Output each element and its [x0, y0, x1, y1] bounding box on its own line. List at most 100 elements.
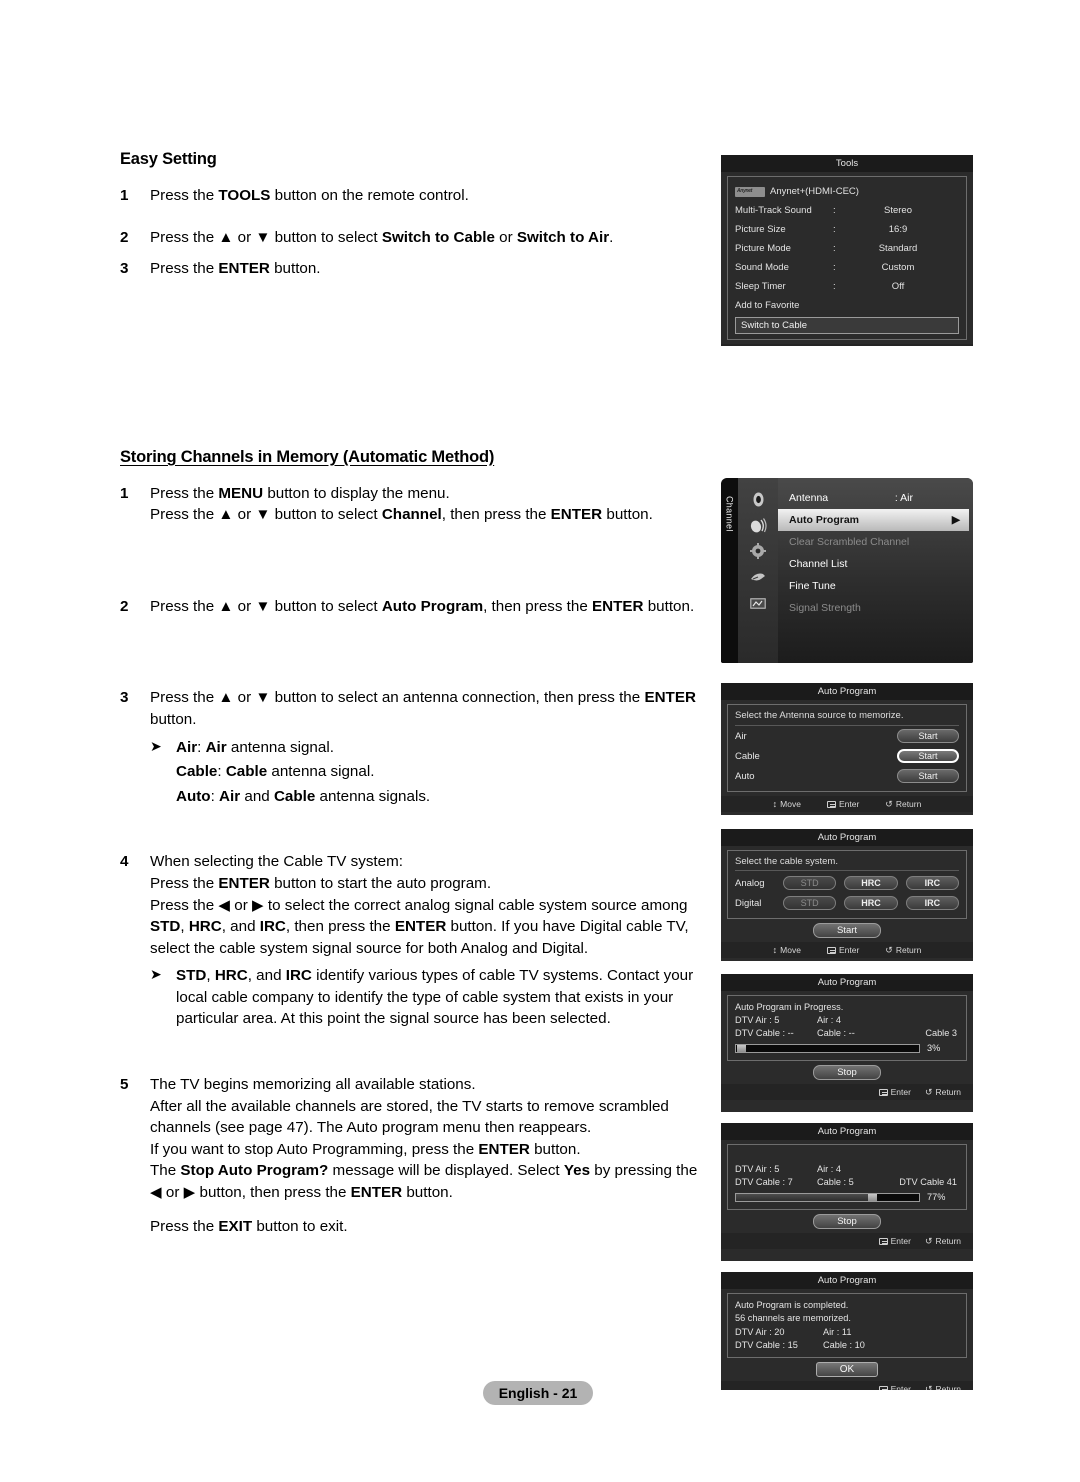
channel-row-fine-tune[interactable]: Fine Tune	[778, 575, 973, 597]
antenna-row-auto[interactable]: Auto Start	[735, 766, 959, 786]
step-text: When selecting the Cable TV system: Pres…	[150, 851, 710, 1030]
return-arrow-icon: ↺	[885, 798, 893, 809]
progress-count-row: DTV Cable : 7 Cable : 5 DTV Cable 41	[735, 1176, 959, 1189]
start-button[interactable]: Start	[813, 923, 881, 938]
tools-row-add-to-favorite[interactable]: Add to Favorite	[735, 296, 959, 315]
current-channel: Cable 3	[925, 1028, 957, 1039]
channel-row-channel-list[interactable]: Channel List	[778, 553, 973, 575]
divider	[735, 870, 959, 871]
osd-auto-program-cable-system: Auto Program Select the cable system. An…	[721, 829, 973, 961]
tools-row-anynet[interactable]: Anynet Anynet+(HDMI-CEC)	[735, 182, 959, 201]
channel-icon-rail	[738, 478, 778, 663]
ok-button[interactable]: OK	[816, 1362, 878, 1378]
channel-row-clear-scrambled[interactable]: Clear Scrambled Channel	[778, 531, 973, 553]
antenna-row-label: Air	[735, 730, 747, 742]
cable-hrc-button-digital[interactable]: HRC	[844, 896, 898, 910]
cable-hrc-button-analog[interactable]: HRC	[844, 876, 898, 890]
osd-body: DTV Air : 5 Air : 4 DTV Cable : 7 Cable …	[727, 1144, 967, 1210]
antenna-row-air[interactable]: Air Start	[735, 726, 959, 746]
osd-body: Select the cable system. Analog STD HRC …	[727, 850, 967, 919]
osd-auto-program-completed: Auto Program Auto Program is completed. …	[721, 1272, 973, 1390]
footer-label: Enter	[838, 945, 860, 955]
stop-button[interactable]: Stop	[813, 1065, 881, 1080]
tools-row-label: Picture Mode	[735, 243, 791, 254]
section-heading-easy-setting: Easy Setting	[120, 150, 217, 168]
tools-row[interactable]: Multi-Track Sound : Stereo	[735, 201, 959, 220]
completed-line-1: Auto Program is completed.	[735, 1300, 849, 1310]
step-text: Press the TOOLS button on the remote con…	[150, 185, 710, 207]
tools-row[interactable]: Sleep Timer : Off	[735, 277, 959, 296]
progress-count-row: DTV Cable : -- Cable : -- Cable 3	[735, 1027, 959, 1040]
osd-auto-program-progress-start: Auto Program Auto Program in Progress. D…	[721, 974, 973, 1112]
footer-label: Return	[935, 1087, 961, 1097]
osd-body: Auto Program in Progress. DTV Air : 5 Ai…	[727, 995, 967, 1061]
analog-count: Air : 4	[817, 1015, 841, 1026]
osd-title: Auto Program	[721, 829, 973, 846]
current-channel	[889, 1163, 959, 1176]
cable-row-analog: Analog STD HRC IRC	[735, 873, 960, 893]
tools-row[interactable]: Picture Size : 16:9	[735, 220, 959, 239]
cable-count: Cable : --	[817, 1028, 855, 1039]
progress-count-row: DTV Air : 5 Air : 4	[735, 1163, 959, 1176]
step-line: Press the ◀ or ▶ to select the correct a…	[150, 896, 689, 957]
progress-bar	[735, 1043, 920, 1053]
footer-label: Enter	[838, 799, 860, 809]
channel-item-label: Auto Program	[789, 514, 860, 526]
footer-label: Enter	[890, 1236, 911, 1246]
cable-row-digital: Digital STD HRC IRC	[735, 893, 960, 913]
ok-button-wrap: OK	[721, 1362, 973, 1378]
step-item: 2 Press the ▲ or ▼ button to select Auto…	[120, 596, 710, 618]
dtv-cable-count: DTV Cable : 7	[735, 1177, 793, 1188]
step-line: Press the MENU button to display the men…	[150, 484, 450, 502]
stop-button-wrap: Stop	[721, 1065, 973, 1080]
channel-item-label: Signal Strength	[789, 602, 861, 614]
channel-row-antenna[interactable]: Antenna : Air	[778, 487, 973, 509]
dtv-air-count: DTV Air : 20	[735, 1326, 785, 1337]
step-item: 2 Press the ▲ or ▼ button to select Swit…	[120, 227, 710, 249]
channel-row-signal-strength[interactable]: Signal Strength	[778, 597, 973, 619]
cable-irc-button-digital[interactable]: IRC	[905, 896, 960, 910]
step-text: Press the ▲ or ▼ button to select Switch…	[150, 227, 710, 249]
step-line: Press the ▲ or ▼ button to select Channe…	[150, 506, 653, 524]
step-line: Press the ▲ or ▼ button to select Switch…	[150, 228, 614, 246]
chevron-right-icon: ▶	[951, 514, 960, 526]
updown-arrow-icon: ↕	[772, 944, 778, 955]
air-count: Air : 11	[823, 1326, 852, 1337]
antenna-row-cable[interactable]: Cable Start	[735, 746, 959, 766]
channel-row-auto-program[interactable]: Auto Program ▶	[778, 509, 969, 531]
tools-row[interactable]: Sound Mode : Custom	[735, 258, 959, 277]
stop-button[interactable]: Stop	[813, 1214, 881, 1229]
current-channel: DTV Cable 41	[899, 1177, 957, 1188]
start-button[interactable]: Start	[897, 749, 959, 763]
cable-irc-button-analog[interactable]: IRC	[905, 876, 960, 890]
step-line: The Stop Auto Program? message will be d…	[150, 1162, 698, 1201]
footer-label: Move	[780, 945, 801, 955]
footer-label: Return	[895, 799, 922, 809]
tools-row-switch-to-cable[interactable]: Switch to Cable	[735, 317, 959, 334]
cable-std-button-digital[interactable]: STD	[782, 896, 837, 910]
tools-row[interactable]: Picture Mode : Standard	[735, 239, 959, 258]
progress-knob	[867, 1193, 877, 1201]
dtv-count: DTV Air : 5	[735, 1164, 780, 1174]
return-arrow-icon: ↺	[924, 1086, 933, 1097]
enter-key-icon	[826, 800, 836, 808]
channel-item-label: Clear Scrambled Channel	[789, 536, 910, 548]
return-arrow-icon: ↺	[924, 1383, 933, 1390]
bullet-text: STD, HRC, and IRC identify various types…	[176, 967, 694, 1028]
tools-row-colon: :	[833, 262, 836, 273]
channel-tab[interactable]: Channel	[721, 478, 738, 663]
tools-row-value: 16:9	[888, 224, 908, 235]
step-number: 1	[120, 187, 129, 204]
bullet-text: Air: Air antenna signal.	[176, 738, 334, 756]
progress-bar	[735, 1192, 920, 1202]
antenna-row-label: Cable	[735, 750, 760, 762]
cable-std-button-analog[interactable]: STD	[782, 876, 837, 890]
start-button[interactable]: Start	[897, 729, 959, 743]
antenna-row-label: Auto	[735, 770, 755, 782]
start-button[interactable]: Start	[897, 769, 959, 783]
updown-arrow-icon: ↕	[772, 798, 778, 809]
tools-row-label: Sound Mode	[735, 262, 789, 273]
dtv-cable-count: DTV Cable : 15	[735, 1340, 798, 1351]
footer-return: ↺ Return	[885, 945, 921, 955]
osd-channel-menu: Channel Antenna : Air Auto Program ▶ Cle…	[721, 478, 973, 663]
